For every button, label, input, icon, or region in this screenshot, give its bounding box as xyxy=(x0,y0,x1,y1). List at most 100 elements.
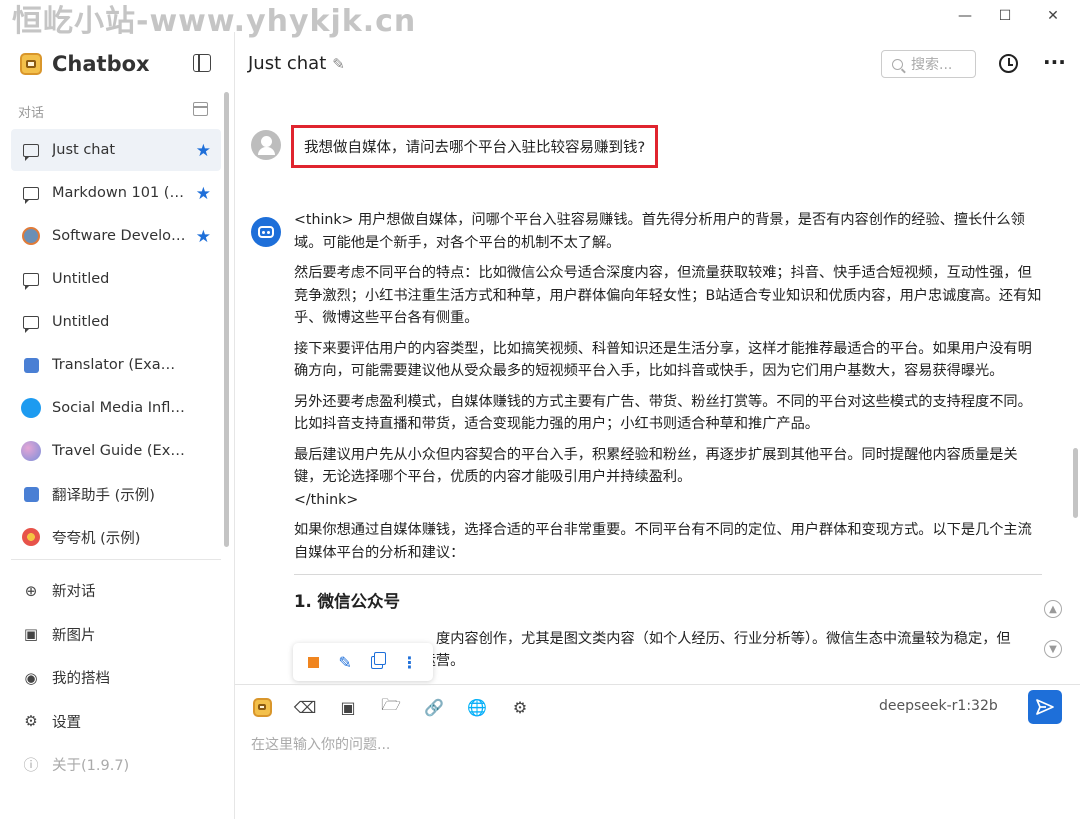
conversation-item-translator[interactable]: Translator (Example) xyxy=(11,344,221,386)
send-button[interactable] xyxy=(1028,690,1062,724)
conversation-item-praise-bot[interactable]: 夸夸机 (示例) xyxy=(11,516,221,558)
section-heading: 1. 微信公众号 xyxy=(294,592,400,611)
composer: ⌫ ▣ 🗁 🔗 🌐 ⚙ deepseek-r1:32b 在这里输入你的问题... xyxy=(235,684,1080,819)
conversation-label: Social Media Influencer (Example) xyxy=(52,400,187,416)
gear-icon: ⚙ xyxy=(24,712,38,731)
search-icon xyxy=(892,58,903,70)
message-more-icon[interactable]: ⋮ xyxy=(402,653,418,672)
settings-sliders-icon[interactable]: ⚙ xyxy=(508,695,532,719)
copilot-icon[interactable] xyxy=(250,695,274,719)
sidebar-scrollbar[interactable] xyxy=(224,92,229,547)
conversation-item-markdown-101[interactable]: Markdown 101 (Example) ★ xyxy=(11,172,221,214)
star-icon[interactable]: ★ xyxy=(196,227,211,247)
robot-icon xyxy=(258,226,274,238)
conversation-label: Translator (Example) xyxy=(52,357,187,373)
message-input[interactable]: 在这里输入你的问题... xyxy=(251,734,390,754)
think-close-tag: </think> xyxy=(294,491,359,508)
chat-main: Just chat ✎ 搜索... ··· 我想做自媒体，请问去哪个平台入驻比较… xyxy=(235,32,1080,819)
flower-avatar-icon xyxy=(21,527,41,547)
conversation-label: Untitled xyxy=(52,314,110,330)
assistant-paragraph: 如果你想通过自媒体赚钱，选择合适的平台非常重要。不同平台有不同的定位、用户群体和… xyxy=(294,522,1032,561)
eraser-icon[interactable]: ⌫ xyxy=(293,695,317,719)
brand: Chatbox xyxy=(20,52,150,76)
sidebar: Chatbox 对话 Just chat ★ Markdown 101 (Exa… xyxy=(0,32,235,819)
conversation-label: Software Developer (Example) xyxy=(52,228,187,244)
chatbox-window: 恒屹小站-www.yhykjk.cn — ☐ ✕ Chatbox 对话 Just… xyxy=(0,0,1080,819)
assistant-avatar xyxy=(251,217,281,247)
collapse-sidebar-icon[interactable] xyxy=(193,54,211,72)
assistant-paragraph: <think> 用户想做自媒体，问哪个平台入驻容易赚钱。首先得分析用户的背景，是… xyxy=(294,212,1025,251)
conversation-label: Untitled xyxy=(52,271,110,287)
conversation-item-translator-cn[interactable]: 翻译助手 (示例) xyxy=(11,473,221,515)
my-copilots-label: 我的搭档 xyxy=(52,671,110,688)
conversation-label: Travel Guide (Example) xyxy=(52,443,187,459)
conversation-item-social-media[interactable]: Social Media Influencer (Example) xyxy=(11,387,221,429)
assistant-paragraph: 然后要考虑不同平台的特点：比如微信公众号适合深度内容，但流量获取较难；抖音、快手… xyxy=(294,265,1042,326)
conversation-item-untitled-1[interactable]: Untitled xyxy=(11,258,221,300)
globe-icon[interactable]: 🌐 xyxy=(465,695,489,719)
copy-message-icon[interactable] xyxy=(370,651,386,669)
composer-toolbar: ⌫ ▣ 🗁 🔗 🌐 ⚙ xyxy=(250,695,532,719)
user-message: 我想做自媒体，请问去哪个平台入驻比较容易赚到钱? xyxy=(291,125,659,168)
watermark-text: 恒屹小站-www.yhykjk.cn xyxy=(12,4,417,39)
stop-generating-button[interactable] xyxy=(308,656,320,668)
translator-avatar-icon xyxy=(21,355,41,375)
assistant-paragraph: 最后建议用户先从小众但内容契合的平台入手，积累经验和粉丝，再逐步扩展到其他平台。… xyxy=(294,446,1018,486)
plus-circle-icon: ⊕ xyxy=(24,581,38,600)
twitter-avatar-icon xyxy=(21,398,41,418)
close-button[interactable]: ✕ xyxy=(1030,0,1076,32)
message-toolbar: ✎ ⋮ xyxy=(293,643,433,681)
chat-bubble-icon xyxy=(21,312,41,333)
title-bar: 恒屹小站-www.yhykjk.cn — ☐ ✕ xyxy=(0,0,1080,39)
assistant-message: <think> 用户想做自媒体，问哪个平台入驻容易赚钱。首先得分析用户的背景，是… xyxy=(294,209,1042,673)
conversation-item-just-chat[interactable]: Just chat ★ xyxy=(11,129,221,171)
archive-icon[interactable] xyxy=(193,102,208,116)
conversation-label: Markdown 101 (Example) xyxy=(52,185,187,201)
search-input[interactable]: 搜索... xyxy=(881,50,976,78)
divider xyxy=(294,574,1042,575)
maximize-button[interactable]: ☐ xyxy=(982,0,1028,32)
new-chat-button[interactable]: ⊕ 新对话 xyxy=(11,569,221,613)
settings-button[interactable]: ⚙ 设置 xyxy=(11,700,221,744)
image-plus-icon: ▣ xyxy=(23,625,39,644)
scroll-to-bottom-button[interactable]: ▼ xyxy=(1044,640,1062,658)
edit-title-icon[interactable]: ✎ xyxy=(332,55,345,73)
assistant-paragraph: 接下来要评估用户的内容类型，比如搞笑视频、科普知识还是生活分享，这样才能推荐最适… xyxy=(294,340,1032,380)
new-image-button[interactable]: ▣ 新图片 xyxy=(11,613,221,657)
history-icon[interactable] xyxy=(999,54,1018,73)
star-icon[interactable]: ★ xyxy=(196,141,211,161)
sidebar-actions: ⊕ 新对话 ▣ 新图片 ◉ 我的搭档 ⚙ 设置 ⓘ 关于(1.9.7) xyxy=(11,569,221,787)
link-icon[interactable]: 🔗 xyxy=(422,695,446,719)
edit-message-icon[interactable]: ✎ xyxy=(338,653,351,672)
send-icon xyxy=(1036,699,1054,715)
conversation-item-software-developer[interactable]: Software Developer (Example) ★ xyxy=(11,215,221,257)
scroll-to-top-button[interactable]: ▲ xyxy=(1044,600,1062,618)
translator-avatar-icon xyxy=(21,484,41,504)
settings-label: 设置 xyxy=(52,714,81,731)
conversation-label: 翻译助手 (示例) xyxy=(52,487,155,504)
conversations-section-label: 对话 xyxy=(18,106,45,121)
more-options-icon[interactable]: ··· xyxy=(1043,50,1066,74)
app-title: Chatbox xyxy=(52,52,150,76)
developer-avatar-icon xyxy=(21,226,41,246)
sidebar-divider xyxy=(11,559,221,560)
chat-header: Just chat ✎ xyxy=(248,53,345,74)
globe-avatar-icon xyxy=(21,441,41,461)
search-placeholder: 搜索... xyxy=(911,57,953,73)
conversation-item-untitled-2[interactable]: Untitled xyxy=(11,301,221,343)
image-icon[interactable]: ▣ xyxy=(336,695,360,719)
folder-icon[interactable]: 🗁 xyxy=(379,695,403,719)
user-avatar xyxy=(251,130,281,160)
new-image-label: 新图片 xyxy=(52,627,96,644)
conversation-item-travel-guide[interactable]: Travel Guide (Example) xyxy=(11,430,221,472)
my-copilots-button[interactable]: ◉ 我的搭档 xyxy=(11,656,221,700)
assistant-paragraph: 另外还要考虑盈利模式，自媒体赚钱的方式主要有广告、带货、粉丝打赏等。不同的平台对… xyxy=(294,393,1032,433)
model-selector[interactable]: deepseek-r1:32b xyxy=(879,698,998,714)
about-button[interactable]: ⓘ 关于(1.9.7) xyxy=(11,743,221,787)
chat-bubble-icon xyxy=(21,140,41,161)
chat-scrollbar[interactable] xyxy=(1073,448,1078,518)
chat-bubble-icon xyxy=(21,183,41,204)
star-icon[interactable]: ★ xyxy=(196,184,211,204)
robot-icon: ◉ xyxy=(24,668,38,687)
conversation-list: Just chat ★ Markdown 101 (Example) ★ Sof… xyxy=(11,129,221,559)
